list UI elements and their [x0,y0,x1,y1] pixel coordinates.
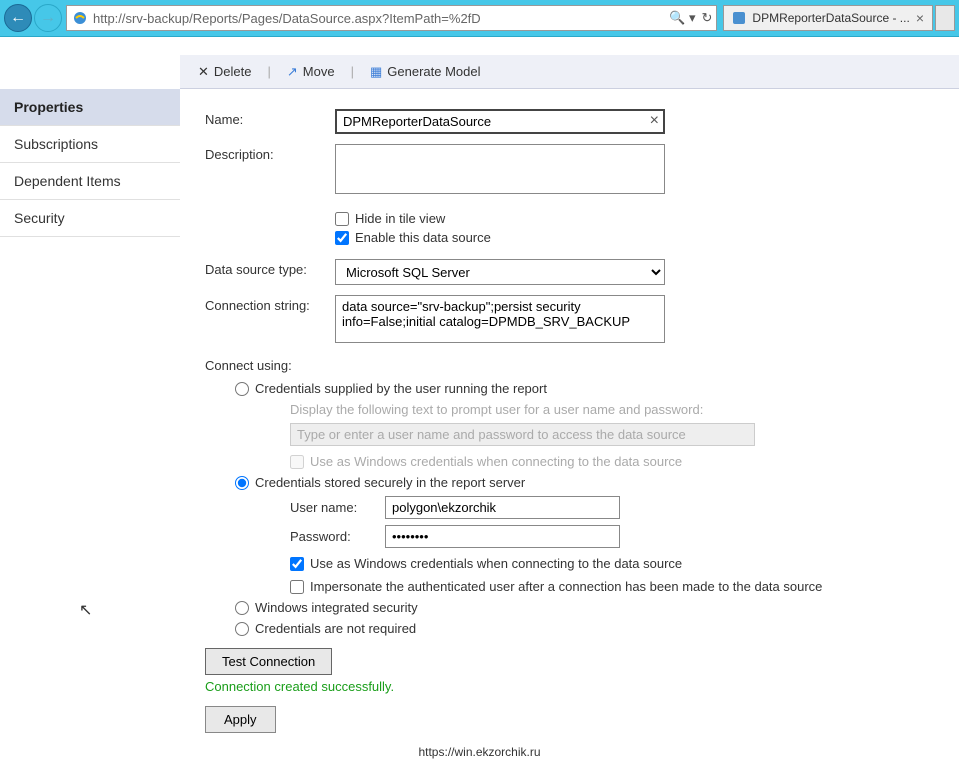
conn-string-textarea[interactable]: data source="srv-backup";persist securit… [335,295,665,343]
name-input[interactable] [335,109,665,134]
search-dropdown-icon[interactable]: 🔍 ▾ [669,10,695,26]
browser-tab[interactable]: DPMReporterDataSource - ... × [723,5,933,31]
connect-using-label: Connect using: [205,358,939,373]
radio-user-supplied[interactable] [235,382,249,396]
properties-form: Name: Description: Hide in tile view Ena… [180,89,959,743]
enable-ds-checkbox[interactable] [335,231,349,245]
use-windows-stored-label: Use as Windows credentials when connecti… [310,556,682,571]
sidebar-item-subscriptions[interactable]: Subscriptions [0,126,180,163]
name-label: Name: [205,109,335,127]
impersonate-checkbox[interactable] [290,580,304,594]
sidebar: Properties Subscriptions Dependent Items… [0,89,180,743]
url-input[interactable] [93,11,669,26]
conn-string-label: Connection string: [205,295,335,313]
use-windows-disabled-label: Use as Windows credentials when connecti… [310,454,682,469]
delete-button[interactable]: ✕ Delete [190,60,259,84]
password-label: Password: [290,529,375,544]
radio-integrated[interactable] [235,601,249,615]
sidebar-item-security[interactable]: Security [0,200,180,237]
prompt-hint: Display the following text to prompt use… [290,402,939,417]
radio-not-required[interactable] [235,622,249,636]
enable-ds-label: Enable this data source [355,230,491,245]
sidebar-item-dependent-items[interactable]: Dependent Items [0,163,180,200]
radio-user-supplied-label: Credentials supplied by the user running… [255,381,547,396]
impersonate-label: Impersonate the authenticated user after… [310,579,822,594]
browser-chrome: ← → 🔍 ▾ ↻ DPMReporterDataSource - ... × [0,0,959,37]
ds-type-label: Data source type: [205,259,335,277]
ds-type-select[interactable]: Microsoft SQL Server [335,259,665,285]
favicon-icon [732,11,746,25]
back-button[interactable]: ← [4,4,32,32]
move-label: Move [303,64,335,79]
forward-button[interactable]: → [34,4,62,32]
use-windows-disabled-checkbox [290,455,304,469]
radio-not-required-label: Credentials are not required [255,621,416,636]
description-textarea[interactable] [335,144,665,194]
prompt-text-input [290,423,755,446]
test-connection-button[interactable]: Test Connection [205,648,332,675]
status-message: Connection created successfully. [205,679,939,694]
generate-model-label: Generate Model [387,64,480,79]
refresh-icon[interactable]: ↻ [702,10,713,26]
move-icon: ↗ [287,64,298,80]
delete-label: Delete [214,64,252,79]
apply-button[interactable]: Apply [205,706,276,733]
sidebar-item-properties[interactable]: Properties [0,89,180,126]
move-button[interactable]: ↗ Move [279,60,343,84]
description-label: Description: [205,144,335,162]
action-toolbar: ✕ Delete | ↗ Move | ▦ Generate Model [180,55,959,89]
delete-icon: ✕ [198,64,209,80]
radio-integrated-label: Windows integrated security [255,600,418,615]
use-windows-stored-checkbox[interactable] [290,557,304,571]
radio-stored[interactable] [235,476,249,490]
tab-close-icon[interactable]: × [916,10,924,26]
tab-title: DPMReporterDataSource - ... [752,11,909,25]
ie-icon [71,9,89,27]
model-icon: ▦ [370,64,382,80]
hide-tile-checkbox[interactable] [335,212,349,226]
hide-tile-label: Hide in tile view [355,211,445,226]
generate-model-button[interactable]: ▦ Generate Model [362,60,489,84]
username-label: User name: [290,500,375,515]
watermark: https://win.ekzorchik.ru [0,745,959,759]
password-input[interactable] [385,525,620,548]
address-bar[interactable]: 🔍 ▾ ↻ [66,5,717,31]
radio-stored-label: Credentials stored securely in the repor… [255,475,525,490]
new-tab-button[interactable] [935,5,955,31]
username-input[interactable] [385,496,620,519]
